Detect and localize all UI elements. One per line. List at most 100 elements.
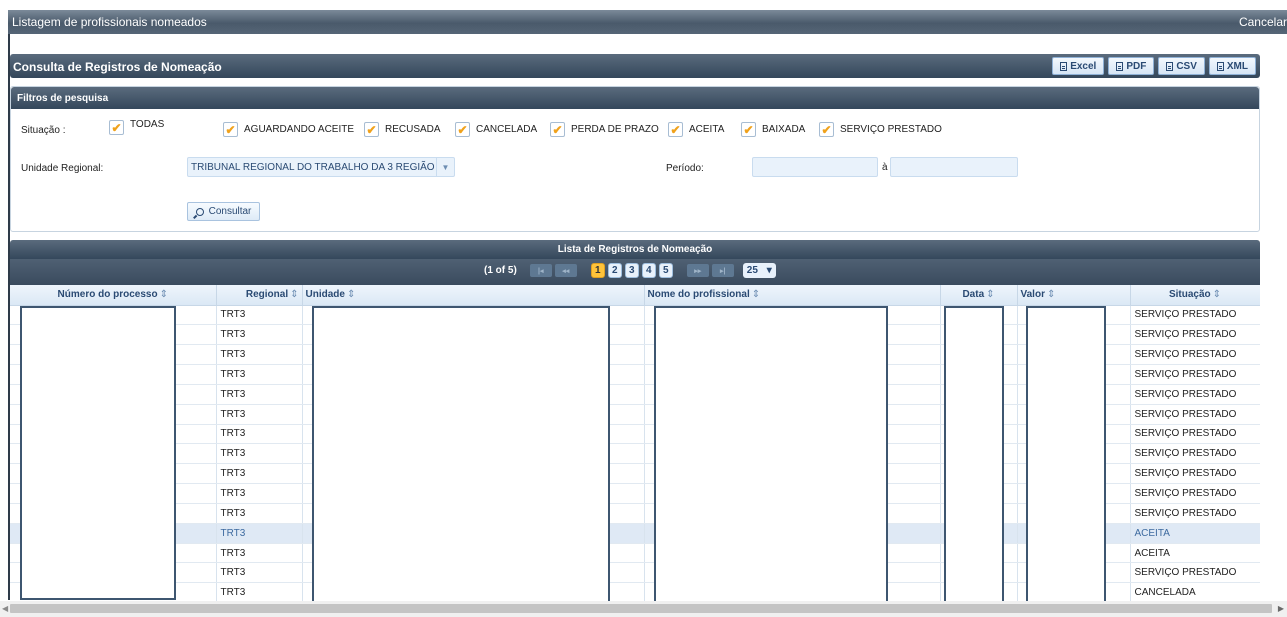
checkbox-label: CANCELADA: [476, 124, 538, 135]
panel-title: Consulta de Registros de Nomeação: [13, 60, 222, 74]
filter-header: Filtros de pesquisa: [11, 87, 1259, 109]
scrollbar-thumb[interactable]: [10, 604, 1272, 613]
cell-regional: TRT3: [216, 344, 303, 366]
cell-situacao: SERVIÇO PRESTADO: [1130, 344, 1260, 366]
scroll-left-icon[interactable]: ◀: [2, 604, 8, 613]
cell-situacao: SERVIÇO PRESTADO: [1130, 424, 1260, 445]
list-header: Lista de Registros de Nomeação: [10, 240, 1260, 259]
column-header-data[interactable]: Data ⇕: [940, 285, 1018, 306]
excel-file-icon: [1060, 61, 1068, 71]
consultar-button[interactable]: Consultar: [187, 202, 260, 221]
cell-situacao: CANCELADA: [1130, 582, 1260, 601]
checkmark-icon: ✔: [819, 122, 834, 137]
panel-header: Consulta de Registros de Nomeação Excel …: [10, 54, 1260, 78]
chevron-down-icon: ▼: [436, 158, 454, 176]
cell-regional: TRT3: [216, 543, 303, 564]
unidade-regional-label: Unidade Regional:: [21, 163, 104, 174]
cell-regional: TRT3: [216, 324, 303, 346]
column-header-numero-processo[interactable]: Número do processo ⇕: [10, 285, 217, 306]
redacted-valor: [1026, 306, 1106, 601]
first-page-button[interactable]: |◂: [529, 264, 552, 277]
export-csv-label: CSV: [1176, 60, 1197, 72]
page-3-button[interactable]: 3: [624, 263, 639, 278]
checkbox-label: ACEITA: [689, 124, 725, 135]
rows-per-page-select[interactable]: 25 ▾: [742, 263, 776, 278]
checkbox-cancelada[interactable]: ✔ CANCELADA: [455, 122, 537, 137]
cell-situacao: SERVIÇO PRESTADO: [1130, 443, 1260, 465]
cell-situacao: SERVIÇO PRESTADO: [1130, 483, 1260, 504]
csv-file-icon: [1166, 61, 1174, 71]
sort-icon: ⇕: [159, 289, 168, 301]
column-header-situacao[interactable]: Situação ⇕: [1130, 285, 1260, 306]
cell-regional: TRT3: [216, 463, 303, 485]
column-header-unidade[interactable]: Unidade ⇕: [302, 285, 645, 306]
cell-situacao: SERVIÇO PRESTADO: [1130, 324, 1260, 346]
periodo-start-input[interactable]: [752, 157, 878, 177]
periodo-end-input[interactable]: [890, 157, 1018, 177]
page-1-button[interactable]: 1: [590, 263, 605, 278]
export-excel-label: Excel: [1070, 60, 1097, 72]
cell-regional: TRT3: [216, 562, 303, 584]
prev-page-button[interactable]: ◂◂: [554, 264, 577, 277]
checkbox-label: AGUARDANDO ACEITE: [244, 124, 355, 135]
sort-icon: ⇕: [346, 289, 356, 301]
cell-regional: TRT3: [216, 503, 303, 524]
cell-regional: TRT3: [216, 424, 303, 445]
xml-file-icon: [1216, 61, 1224, 71]
checkbox-perda-de-prazo[interactable]: ✔ PERDA DE PRAZO: [550, 122, 659, 137]
unidade-regional-select[interactable]: TRIBUNAL REGIONAL DO TRABALHO DA 3 REGIÃ…: [187, 157, 455, 177]
export-excel-button[interactable]: Excel: [1052, 57, 1105, 75]
cell-regional: TRT3: [216, 404, 303, 425]
cell-situacao: SERVIÇO PRESTADO: [1130, 503, 1260, 524]
cell-situacao: SERVIÇO PRESTADO: [1130, 364, 1260, 385]
checkbox-label: RECUSADA: [385, 124, 441, 135]
redacted-numero-processo: [20, 306, 176, 600]
export-csv-button[interactable]: CSV: [1158, 57, 1205, 75]
horizontal-scrollbar[interactable]: ◀ ▶: [0, 601, 1287, 617]
paginator: (1 of 5) |◂ ◂◂ 1 2 3 4 5 ▸▸ ▸| 25 ▾: [10, 259, 1260, 285]
situacao-label: Situação :: [21, 125, 66, 136]
column-header-nome-profissional[interactable]: Nome do profissional ⇕: [644, 285, 941, 306]
periodo-label: Período:: [666, 163, 704, 174]
checkmark-icon: ✔: [364, 122, 379, 137]
next-page-button[interactable]: ▸▸: [686, 264, 709, 277]
checkmark-icon: ✔: [109, 120, 124, 135]
search-icon: [195, 207, 204, 216]
checkbox-label: BAIXADA: [762, 124, 806, 135]
dialog-titlebar: Listagem de profissionais nomeados Cance…: [8, 10, 1287, 34]
export-xml-button[interactable]: XML: [1208, 57, 1256, 75]
checkbox-todas[interactable]: ✔ TODAS: [109, 119, 164, 135]
consultar-label: Consultar: [208, 206, 252, 217]
chevron-down-icon: ▾: [766, 265, 772, 276]
last-page-button[interactable]: ▸|: [711, 264, 734, 277]
rows-per-page-value: 25: [746, 265, 758, 276]
checkbox-aceita[interactable]: ✔ ACEITA: [668, 122, 724, 137]
cell-regional: TRT3: [216, 364, 303, 385]
cancel-link[interactable]: Cancelar: [1239, 15, 1287, 29]
redacted-nome-profissional: [654, 306, 888, 601]
cell-regional: TRT3: [216, 443, 303, 465]
page-2-button[interactable]: 2: [607, 263, 622, 278]
checkbox-servico-prestado[interactable]: ✔ SERVIÇO PRESTADO: [819, 122, 942, 137]
checkbox-aguardando-aceite[interactable]: ✔ AGUARDANDO ACEITE: [223, 122, 354, 137]
cell-situacao: SERVIÇO PRESTADO: [1130, 404, 1260, 425]
results-table-area: Número do processo ⇕ Regional ⇕ Unidade ⇕ N…: [10, 285, 1260, 601]
cell-situacao: SERVIÇO PRESTADO: [1130, 562, 1260, 584]
unidade-regional-value: TRIBUNAL REGIONAL DO TRABALHO DA 3 REGIÃ…: [191, 162, 435, 173]
scroll-right-icon[interactable]: ▶: [1278, 604, 1284, 613]
paginator-status: (1 of 5): [484, 265, 517, 276]
sort-icon: ⇕: [1046, 289, 1056, 301]
column-header-regional[interactable]: Regional ⇕: [216, 285, 303, 306]
redacted-data: [944, 306, 1004, 601]
checkbox-recusada[interactable]: ✔ RECUSADA: [364, 122, 441, 137]
cell-regional: TRT3: [216, 483, 303, 504]
export-pdf-button[interactable]: PDF: [1108, 57, 1155, 75]
checkbox-baixada[interactable]: ✔ BAIXADA: [741, 122, 805, 137]
pdf-file-icon: [1116, 61, 1124, 71]
column-header-valor[interactable]: Valor ⇕: [1017, 285, 1131, 306]
cell-regional: TRT3: [216, 582, 303, 601]
cell-situacao: ACEITA: [1130, 523, 1260, 544]
dialog-title: Listagem de profissionais nomeados: [12, 15, 207, 29]
page-4-button[interactable]: 4: [641, 263, 656, 278]
page-5-button[interactable]: 5: [658, 263, 673, 278]
